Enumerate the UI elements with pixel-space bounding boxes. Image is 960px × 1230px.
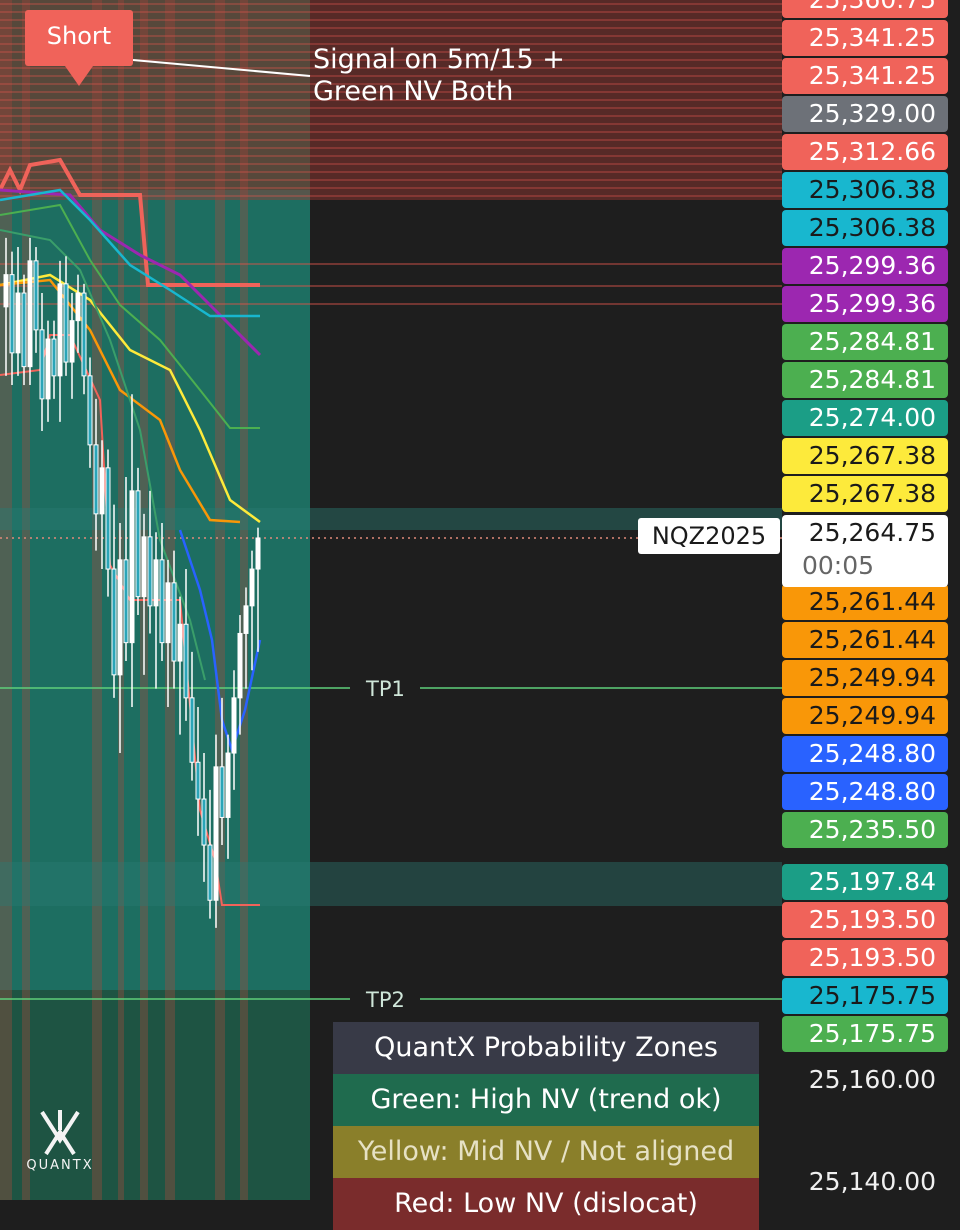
candle-body [39, 329, 45, 400]
candle-body [207, 844, 213, 901]
current-price: 25,264.75 [808, 518, 936, 547]
price-label: 25,306.38 [782, 210, 948, 246]
candle-body [225, 752, 231, 818]
price-label: 25,341.25 [782, 58, 948, 94]
candle-body [9, 274, 15, 354]
candle-body [243, 605, 249, 634]
price-label: 25,197.84 [782, 864, 948, 900]
candle-body [51, 338, 57, 377]
candle-body [177, 623, 183, 662]
price-label: 25,193.50 [782, 902, 948, 938]
price-label: 25,274.00 [782, 400, 948, 436]
price-label: 25,341.25 [782, 20, 948, 56]
annotation-line-1: Signal on 5m/15 + [313, 44, 565, 75]
price-label: 25,248.80 [782, 774, 948, 810]
price-tick-label: 25,140.00 [808, 1167, 936, 1196]
candle-body [3, 274, 9, 308]
candle-body [81, 292, 87, 377]
candle-body [153, 559, 159, 607]
price-label: 25,193.50 [782, 940, 948, 976]
candle-body [159, 559, 165, 644]
candle-body [63, 283, 69, 363]
price-label: 25,299.36 [782, 286, 948, 322]
price-tick-label: 25,160.00 [808, 1065, 936, 1094]
price-label: 25,175.75 [782, 1016, 948, 1052]
candle-body [195, 761, 201, 800]
candle-body [237, 632, 243, 699]
legend-row-green: Green: High NV (trend ok) [333, 1074, 759, 1126]
candle-body [165, 582, 171, 644]
legend-row-red: Red: Low NV (dislocat) [333, 1178, 759, 1230]
price-label: 25,267.38 [782, 476, 948, 512]
price-label: 25,306.38 [782, 172, 948, 208]
candle-body [135, 490, 141, 598]
candle-body [201, 798, 207, 846]
candle-body [111, 568, 117, 676]
candle-body [117, 559, 123, 676]
candle-body [45, 338, 51, 400]
candle-body [87, 375, 93, 446]
candle-body [141, 536, 147, 598]
price-label: 25,175.75 [782, 978, 948, 1014]
price-label: 25,261.44 [782, 622, 948, 658]
probability-zones-legend: QuantX Probability Zones Green: High NV … [333, 1022, 759, 1230]
candle-body [57, 283, 63, 377]
candle-body [231, 697, 237, 754]
candle-body [75, 292, 81, 322]
candle-body [213, 766, 219, 901]
price-label: 25,235.50 [782, 812, 948, 848]
candle-body [219, 766, 225, 818]
candle-body [69, 320, 75, 363]
teal-level-zone [0, 862, 782, 906]
price-label: 25,312.66 [782, 134, 948, 170]
legend-row-yellow: Yellow: Mid NV / Not aligned [333, 1126, 759, 1178]
tp1-label: TP1 [366, 677, 405, 701]
short-signal-tag[interactable]: Short [25, 10, 133, 86]
candle-body [15, 292, 21, 354]
candle-body [105, 467, 111, 570]
candle-body [129, 490, 135, 644]
price-label: 25,249.94 [782, 660, 948, 696]
legend-title: QuantX Probability Zones [333, 1022, 759, 1074]
candle-body [99, 467, 105, 515]
candle-body [171, 582, 177, 662]
logo-wordmark: QUANTX [26, 1158, 94, 1173]
symbol-tag: NQZ2025 [638, 518, 780, 554]
price-label: 25,284.81 [782, 362, 948, 398]
price-label: 25,299.36 [782, 248, 948, 284]
chart-canvas[interactable] [0, 0, 782, 1200]
candle-body [147, 536, 153, 607]
candle-body [255, 537, 261, 570]
price-label: 25,249.94 [782, 698, 948, 734]
candle-body [27, 260, 33, 368]
candle-body [183, 623, 189, 699]
candle-body [249, 568, 255, 607]
price-label: 25,248.80 [782, 736, 948, 772]
bar-countdown: 00:05 [802, 551, 875, 580]
price-label: 25,284.81 [782, 324, 948, 360]
annotation-line-2: Green NV Both [313, 76, 514, 107]
tp2-label: TP2 [366, 988, 405, 1012]
candle-body [189, 697, 195, 763]
signal-annotation: Signal on 5m/15 + Green NV Both [313, 44, 565, 108]
candle-body [33, 260, 39, 331]
candle-body [123, 559, 129, 644]
price-label: 25,267.38 [782, 438, 948, 474]
quantx-logo: QUANTX [20, 1110, 100, 1173]
quantx-logo-icon [40, 1110, 80, 1156]
price-label: 25,261.44 [782, 584, 948, 620]
candle-body [21, 292, 27, 368]
price-label: 25,329.00 [782, 96, 948, 132]
price-label: 25,360.75 [782, 0, 948, 18]
candle-body [93, 444, 99, 515]
current-price-box: 25,264.75 00:05 [782, 515, 948, 587]
